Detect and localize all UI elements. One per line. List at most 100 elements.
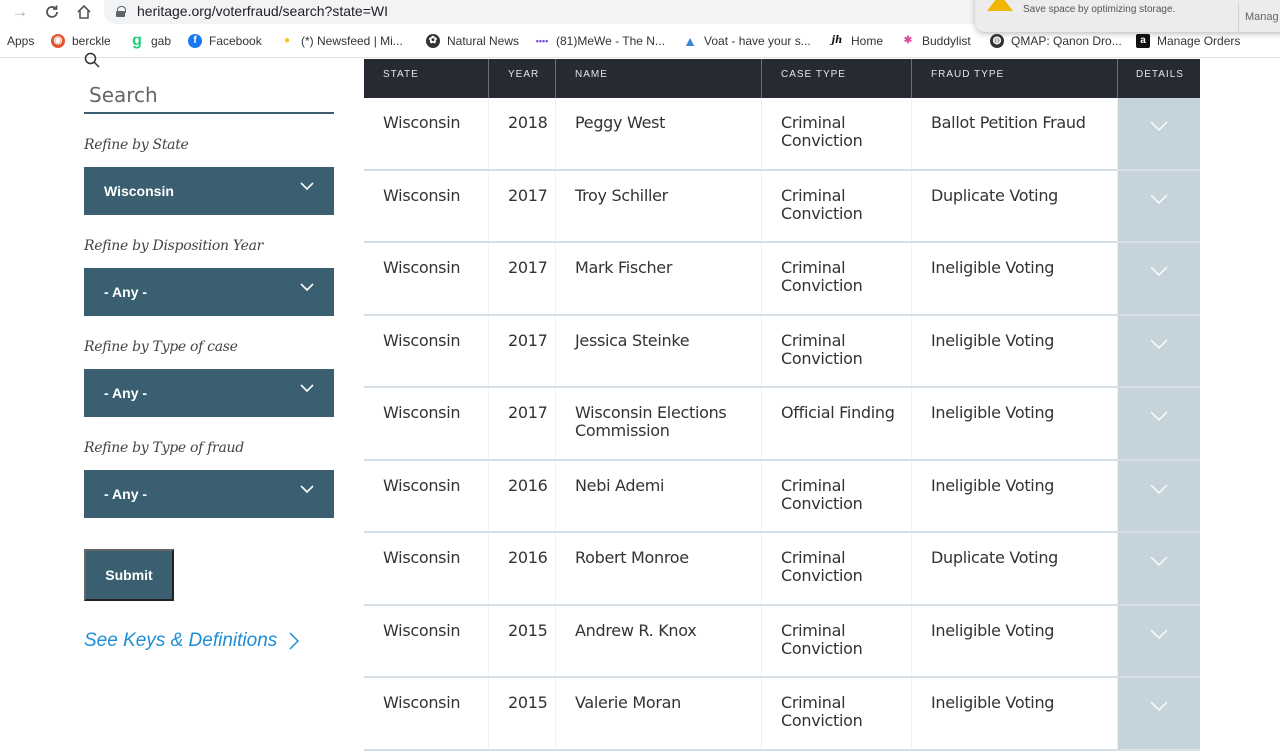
- header-details: DETAILS: [1136, 69, 1184, 80]
- details-toggle[interactable]: [1118, 533, 1200, 604]
- cell-state: Wisconsin: [364, 678, 489, 749]
- url-text[interactable]: heritage.org/voterfraud/search?state=WI: [137, 3, 388, 19]
- cell-state: Wisconsin: [364, 98, 489, 169]
- details-toggle[interactable]: [1118, 243, 1200, 314]
- cell-fraud-type: Ineligible Voting: [912, 460, 1118, 531]
- bookmark-newsfeed[interactable]: ● (*) Newsfeed | Mi...: [280, 34, 403, 48]
- cell-name: Robert Monroe: [556, 533, 762, 604]
- bookmark-manage-orders[interactable]: a Manage Orders: [1136, 34, 1240, 48]
- cell-fraud-type: Ineligible Voting: [912, 678, 1118, 749]
- submit-button[interactable]: Submit: [84, 549, 174, 601]
- bookmark-gab[interactable]: g gab: [130, 33, 171, 49]
- state-select[interactable]: Wisconsin: [84, 167, 334, 215]
- address-bar[interactable]: heritage.org/voterfraud/search?state=WI: [104, 0, 1004, 24]
- bookmark-facebook[interactable]: f Facebook: [188, 34, 262, 48]
- cell-state: Wisconsin: [364, 388, 489, 459]
- cell-state: Wisconsin: [364, 170, 489, 241]
- chevron-down-icon: [1150, 339, 1168, 349]
- globe-icon: ◍: [990, 34, 1004, 48]
- bookmark-mewe[interactable]: •••• (81)MeWe - The N...: [535, 34, 665, 48]
- cell-case-type: Criminal Conviction: [762, 170, 912, 241]
- cell-year: 2017: [489, 315, 556, 386]
- search-icon[interactable]: [84, 52, 100, 68]
- table-row: Wisconsin 2017 Mark Fischer Criminal Con…: [364, 243, 1200, 316]
- lightbulb-icon: ●: [283, 35, 291, 46]
- jh-icon: jh: [831, 35, 843, 46]
- header-case-type[interactable]: CASE TYPE: [762, 59, 912, 98]
- facebook-icon: f: [188, 34, 202, 48]
- header-year[interactable]: YEAR: [489, 59, 556, 98]
- table-row: Wisconsin 2015 Andrew R. Knox Criminal C…: [364, 605, 1200, 678]
- table-row: Wisconsin 2017 Jessica Steinke Criminal …: [364, 315, 1200, 388]
- fraud-type-filter-label: Refine by Type of fraud: [84, 440, 244, 456]
- header-name[interactable]: NAME: [556, 59, 762, 98]
- cell-name: Peggy West: [556, 98, 762, 169]
- chevron-right-icon: [289, 632, 300, 650]
- fraud-type-select[interactable]: - Any -: [84, 470, 334, 518]
- cell-case-type: Criminal Conviction: [762, 243, 912, 314]
- details-toggle[interactable]: [1118, 170, 1200, 241]
- case-type-select[interactable]: - Any -: [84, 369, 334, 417]
- case-type-filter-label: Refine by Type of case: [84, 339, 238, 355]
- cell-name: Mark Fischer: [556, 243, 762, 314]
- cell-name: Troy Schiller: [556, 170, 762, 241]
- header-state[interactable]: STATE: [364, 59, 489, 98]
- chevron-down-icon: [1150, 194, 1168, 204]
- bookmark-buddylist[interactable]: ✱ Buddylist: [901, 34, 971, 48]
- state-filter-label: Refine by State: [84, 137, 189, 153]
- table-row: Wisconsin 2015 Valerie Moran Criminal Co…: [364, 678, 1200, 751]
- cell-case-type: Criminal Conviction: [762, 678, 912, 749]
- buddylist-icon: ✱: [903, 35, 913, 46]
- cell-name: Valerie Moran: [556, 678, 762, 749]
- chevron-down-icon: [1150, 266, 1168, 276]
- cell-state: Wisconsin: [364, 243, 489, 314]
- details-toggle[interactable]: [1118, 460, 1200, 531]
- table-row: Wisconsin 2018 Peggy West Criminal Convi…: [364, 98, 1200, 171]
- cell-case-type: Criminal Conviction: [762, 533, 912, 604]
- details-toggle[interactable]: [1118, 605, 1200, 676]
- cell-case-type: Criminal Conviction: [762, 98, 912, 169]
- cell-year: 2017: [489, 243, 556, 314]
- search-input[interactable]: [84, 78, 334, 114]
- details-toggle[interactable]: [1118, 678, 1200, 749]
- table-body: Wisconsin 2018 Peggy West Criminal Convi…: [364, 98, 1200, 751]
- year-filter-label: Refine by Disposition Year: [84, 238, 264, 254]
- cell-state: Wisconsin: [364, 315, 489, 386]
- cell-year: 2017: [489, 170, 556, 241]
- header-fraud-type[interactable]: FRAUD TYPE: [912, 59, 1118, 98]
- chevron-down-icon: [300, 485, 314, 494]
- cell-state: Wisconsin: [364, 460, 489, 531]
- results-table: STATE YEAR NAME CASE TYPE FRAUD TYPE DET…: [364, 59, 1200, 751]
- details-toggle[interactable]: [1118, 315, 1200, 386]
- home-icon[interactable]: [74, 2, 94, 22]
- mewe-icon: ••••: [535, 36, 549, 46]
- bookmark-qmap[interactable]: ◍ QMAP: Qanon Dro...: [990, 34, 1122, 48]
- keys-definitions-link[interactable]: See Keys & Definitions: [84, 630, 300, 652]
- bookmark-home[interactable]: jh Home: [830, 34, 883, 48]
- cell-state: Wisconsin: [364, 533, 489, 604]
- voat-icon: ▲: [683, 33, 697, 49]
- warning-icon: [987, 0, 1013, 11]
- chevron-down-icon: [1150, 484, 1168, 494]
- bookmark-berckle[interactable]: ◉ berckle: [51, 34, 111, 48]
- cell-state: Wisconsin: [364, 605, 489, 676]
- manage-button[interactable]: Manag: [1238, 3, 1280, 31]
- table-row: Wisconsin 2017 Troy Schiller Criminal Co…: [364, 170, 1200, 243]
- duckduckgo-icon: ◉: [51, 34, 65, 48]
- cell-name: Andrew R. Knox: [556, 605, 762, 676]
- bookmark-natural-news[interactable]: ✿ Natural News: [426, 34, 519, 48]
- cell-fraud-type: Duplicate Voting: [912, 170, 1118, 241]
- table-header: STATE YEAR NAME CASE TYPE FRAUD TYPE DET…: [364, 59, 1200, 98]
- amazon-icon: a: [1136, 34, 1150, 48]
- bookmark-voat[interactable]: ▲ Voat - have your s...: [683, 34, 811, 48]
- chevron-down-icon: [1150, 701, 1168, 711]
- cell-year: 2018: [489, 98, 556, 169]
- forward-icon[interactable]: →: [10, 2, 30, 22]
- details-toggle[interactable]: [1118, 388, 1200, 459]
- details-toggle[interactable]: [1118, 98, 1200, 169]
- table-row: Wisconsin 2017 Wisconsin Elections Commi…: [364, 388, 1200, 461]
- chevron-down-icon: [1150, 121, 1168, 131]
- bookmark-apps[interactable]: Apps: [7, 34, 34, 48]
- year-select[interactable]: - Any -: [84, 268, 334, 316]
- reload-icon[interactable]: [42, 2, 62, 22]
